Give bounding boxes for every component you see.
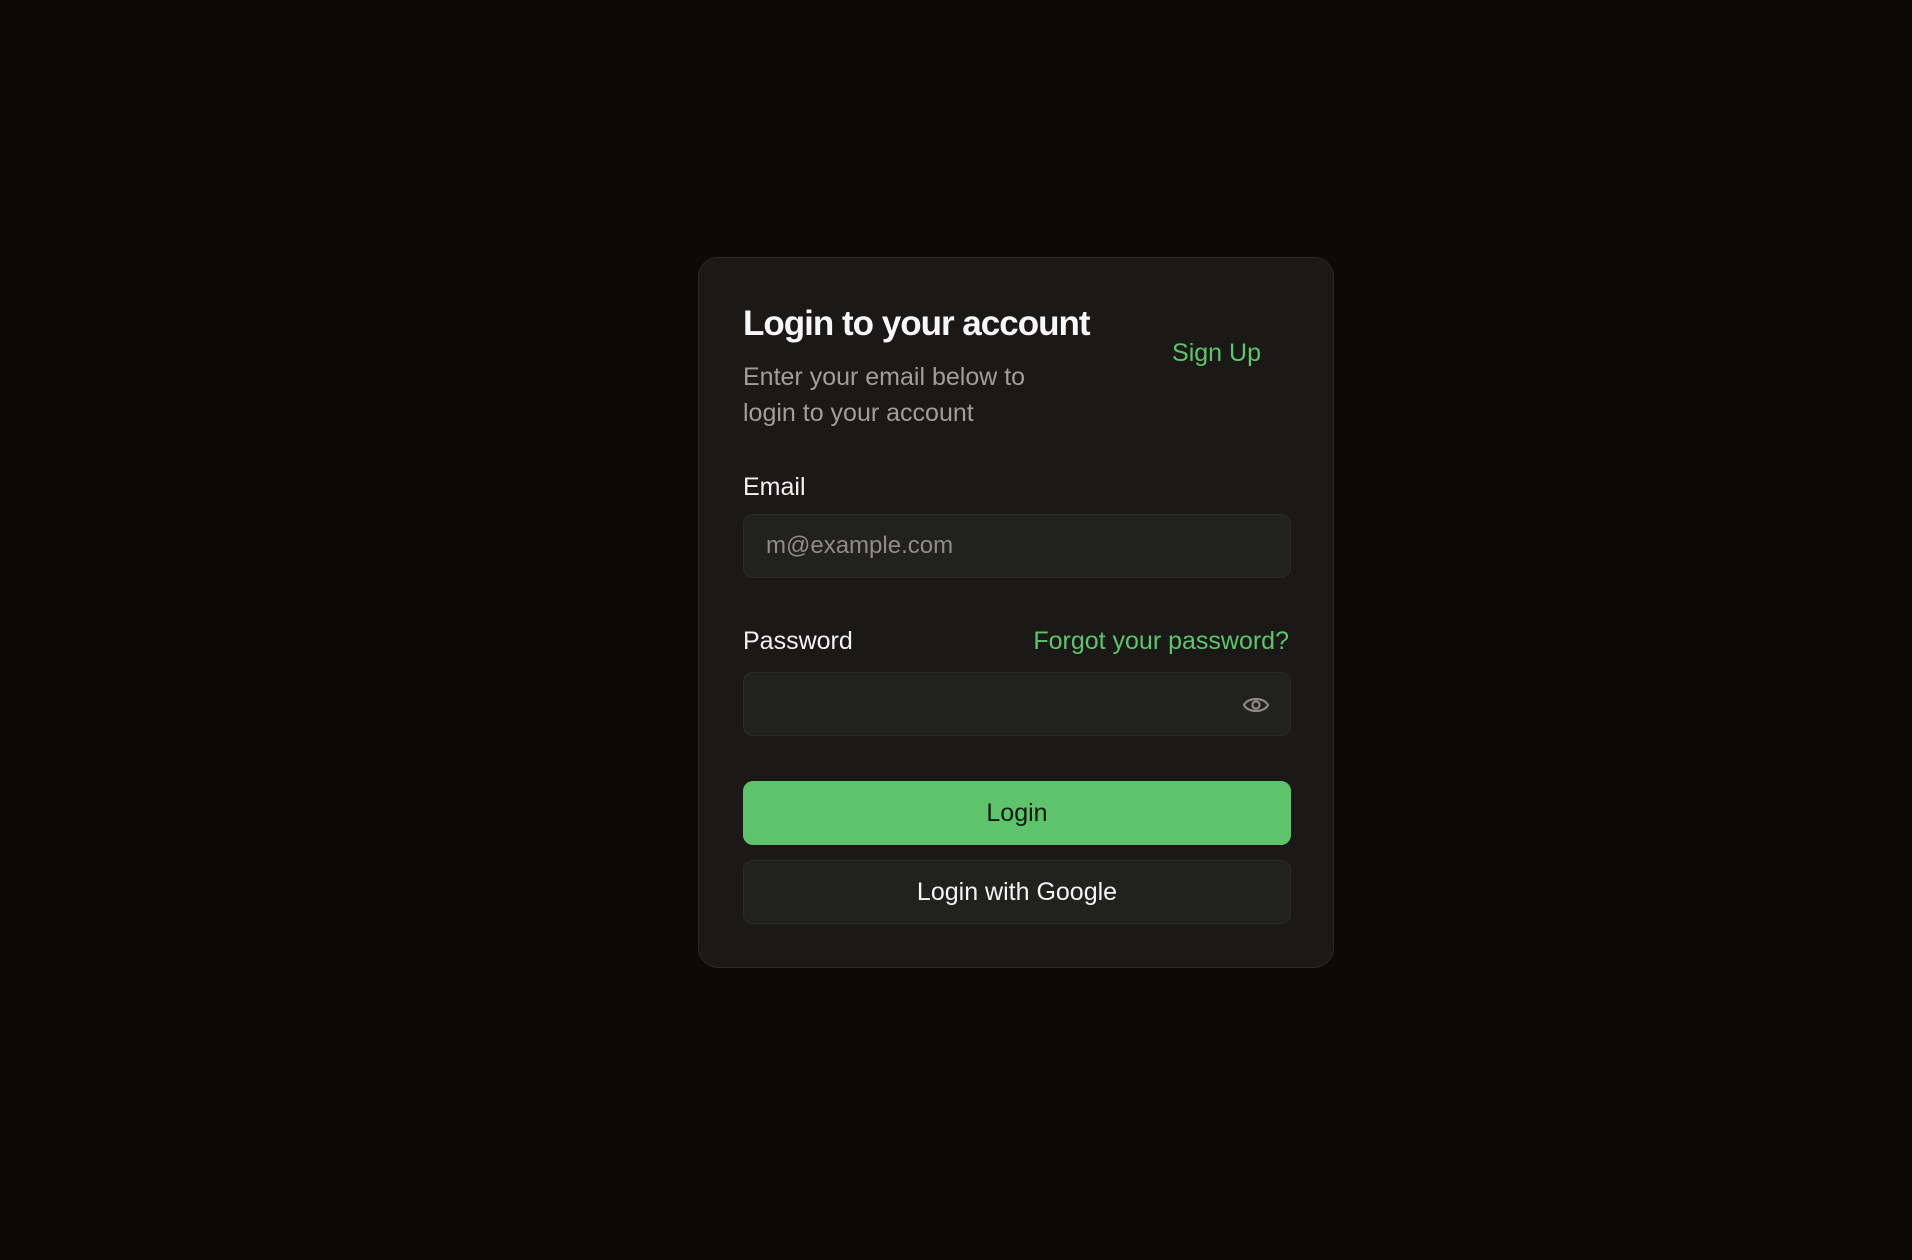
email-input[interactable]	[744, 515, 1290, 577]
card-subtitle: Enter your email below to login to your …	[743, 363, 1026, 427]
password-input[interactable]	[744, 673, 1290, 735]
login-card: Login to your account Enter your email b…	[698, 257, 1334, 968]
sign-up-link[interactable]: Sign Up	[1172, 339, 1261, 368]
forgot-password-link[interactable]: Forgot your password?	[1033, 627, 1289, 656]
login-with-google-button[interactable]: Login with Google	[743, 860, 1291, 924]
card-title: Login to your account	[743, 304, 1090, 343]
password-label: Password	[743, 627, 853, 655]
login-button[interactable]: Login	[743, 781, 1291, 845]
email-label: Email	[743, 473, 806, 501]
eye-icon[interactable]	[1242, 693, 1270, 717]
email-field-container	[743, 514, 1291, 578]
password-field-container	[743, 672, 1291, 736]
